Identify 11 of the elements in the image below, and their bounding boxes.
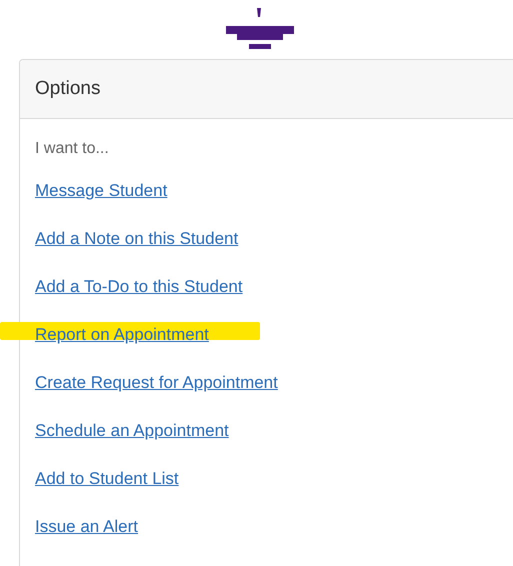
option-link[interactable]: Add a To-Do to this Student — [35, 277, 243, 297]
option-link[interactable]: Create Request for Appointment — [35, 373, 278, 393]
option-link[interactable]: Issue an Alert — [35, 517, 138, 537]
intro-text: I want to... — [35, 139, 110, 159]
panel-title: Options — [35, 78, 100, 100]
option-link[interactable]: Message Student — [35, 181, 168, 201]
option-link[interactable]: Add a Note on this Student — [35, 229, 238, 249]
option-link[interactable]: Schedule an Appointment — [35, 421, 229, 441]
option-link[interactable]: Add to Student List — [35, 469, 179, 489]
option-link[interactable]: Report on Appointment — [35, 325, 209, 345]
logo-icon — [226, 8, 294, 52]
